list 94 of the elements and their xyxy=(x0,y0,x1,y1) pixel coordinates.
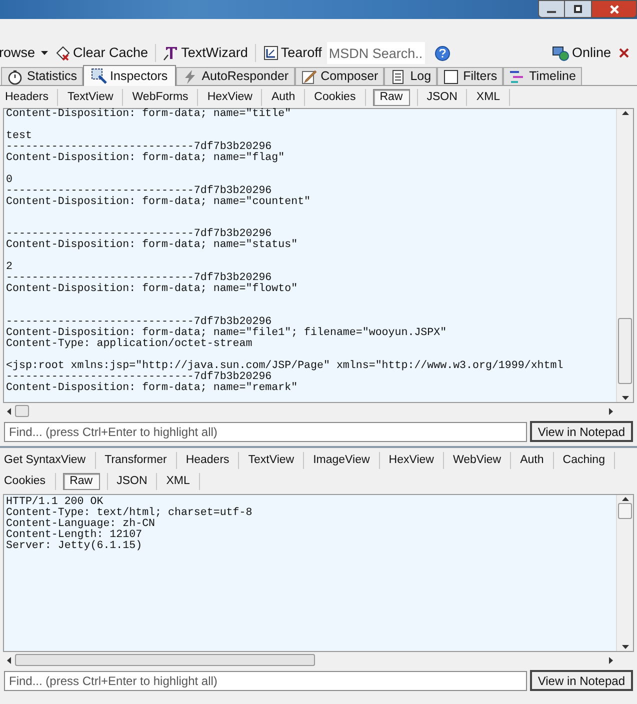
scroll-right-arrow-icon[interactable] xyxy=(609,408,613,414)
inspector-icon xyxy=(91,68,108,84)
view-tab[interactable]: HexView xyxy=(205,89,254,106)
scroll-thumb[interactable] xyxy=(618,503,632,519)
stopwatch-icon xyxy=(7,68,23,84)
code-line: HTTP/1.1 200 OK xyxy=(6,496,104,508)
code-line: Content-Disposition: form-data; name="file1"; filename="wooyun.JSPX" xyxy=(6,327,447,340)
scroll-down-arrow-icon[interactable] xyxy=(622,396,628,400)
scroll-thumb[interactable] xyxy=(618,318,632,384)
online-button[interactable]: Online xyxy=(552,42,611,64)
close-button[interactable] xyxy=(591,0,637,18)
toolbar-button[interactable]: Clear Cache xyxy=(52,42,152,64)
search-field[interactable]: MSDN Search... xyxy=(326,42,425,64)
pencil-paper-icon xyxy=(300,68,317,84)
main-tab[interactable]: AutoResponder xyxy=(176,67,295,85)
scroll-left-arrow-icon[interactable] xyxy=(7,408,11,414)
find-field[interactable]: Find... (press Ctrl+Enter to highlight all) xyxy=(4,422,527,442)
view-tab[interactable]: Headers xyxy=(3,89,50,106)
timeline-icon xyxy=(509,68,526,84)
question-mark-icon xyxy=(438,48,446,58)
main-tab[interactable]: Timeline xyxy=(503,67,582,85)
view-tab[interactable]: Get SyntaxView xyxy=(2,452,88,469)
scroll-thumb[interactable] xyxy=(15,405,29,417)
code-line: test xyxy=(6,130,32,142)
vertical-scrollbar[interactable] xyxy=(616,495,633,651)
vertical-scrollbar[interactable] xyxy=(616,109,633,402)
main-tab[interactable]: Filters xyxy=(437,67,504,85)
view-tab[interactable]: Caching xyxy=(560,452,607,469)
code-line: Content-Type: text/html; charset=utf-8 xyxy=(6,506,252,519)
main-tab[interactable]: Statistics xyxy=(1,67,84,85)
eraser-icon xyxy=(55,45,72,61)
main-tab[interactable]: Log xyxy=(384,67,438,85)
view-tab[interactable]: XML xyxy=(474,89,502,106)
tearoff-icon xyxy=(262,45,279,61)
letter-t-icon xyxy=(163,45,180,61)
view-tab[interactable]: HexView xyxy=(386,452,436,469)
code-line: -----------------------------7df7b3b20296 xyxy=(6,370,272,383)
view-tab[interactable]: XML xyxy=(164,473,192,490)
code-line: -----------------------------7df7b3b20296 xyxy=(6,184,272,197)
view-tab[interactable]: Auth xyxy=(269,89,298,106)
scroll-up-arrow-icon[interactable] xyxy=(622,111,628,115)
scroll-left-arrow-icon[interactable] xyxy=(7,656,11,664)
code-line: Content-Disposition: form-data; name="remark" xyxy=(6,382,298,394)
code-line: -----------------------------7df7b3b20296 xyxy=(6,272,272,284)
view-tab[interactable]: Raw xyxy=(372,89,410,106)
code-line: Content-Disposition: form-data; name="status" xyxy=(6,239,298,252)
help-button[interactable] xyxy=(434,46,450,60)
toolbar-button[interactable]: TextWizard xyxy=(160,42,251,64)
view-in-notepad-button[interactable]: View in Notepad xyxy=(530,421,633,442)
code-line: Content-Length: 12107 xyxy=(6,528,142,541)
code-line: -----------------------------7df7b3b20296 xyxy=(6,316,272,328)
code-line: 0 xyxy=(6,174,12,186)
view-in-notepad-button[interactable]: View in Notepad xyxy=(530,670,633,691)
view-tab[interactable]: Transformer xyxy=(102,452,169,469)
view-tab[interactable]: TextView xyxy=(246,452,296,469)
scroll-right-arrow-icon[interactable] xyxy=(609,656,613,664)
view-tab[interactable]: Cookies xyxy=(2,473,48,490)
view-tab[interactable]: Raw xyxy=(62,473,100,490)
find-field[interactable]: Find... (press Ctrl+Enter to highlight all) xyxy=(4,670,527,690)
view-tab[interactable]: TextView xyxy=(65,89,116,106)
view-tab[interactable]: JSON xyxy=(424,89,460,106)
code-line: Content-Type: application/octet-stream xyxy=(6,338,252,350)
document-icon xyxy=(390,68,406,84)
scroll-thumb[interactable] xyxy=(15,654,315,666)
code-line: Server: Jetty(6.1.15) xyxy=(6,540,142,552)
code-line: -----------------------------7df7b3b20296 xyxy=(6,140,272,153)
view-tab[interactable]: WebForms xyxy=(130,89,190,106)
scroll-down-arrow-icon[interactable] xyxy=(622,645,628,649)
main-tab[interactable]: Composer xyxy=(294,67,384,85)
code-line: Content-Disposition: form-data; name="flag" xyxy=(6,152,285,164)
toolbar-button[interactable]: Tearoff xyxy=(260,42,325,64)
network-icon xyxy=(552,45,569,61)
minimize-button[interactable] xyxy=(538,0,565,18)
view-tab[interactable]: Auth xyxy=(518,452,546,469)
code-line: Content-Language: zh-CN xyxy=(6,518,156,530)
main-tab[interactable]: Inspectors xyxy=(83,65,176,86)
code-line: Content-Disposition: form-data; name="title" xyxy=(6,108,292,120)
view-tab[interactable]: Cookies xyxy=(312,89,358,106)
view-tab[interactable]: JSON xyxy=(114,473,150,490)
checkbox-icon xyxy=(443,68,460,84)
caret-icon xyxy=(41,51,48,55)
view-tab[interactable]: ImageView xyxy=(311,452,372,469)
view-tab[interactable]: WebView xyxy=(450,452,504,469)
close-icon[interactable] xyxy=(619,48,629,58)
view-tab[interactable]: Headers xyxy=(184,452,232,469)
close-icon xyxy=(610,4,618,14)
code-line: -----------------------------7df7b3b20296 xyxy=(6,228,272,240)
code-line: Content-Disposition: form-data; name="countent" xyxy=(6,196,311,208)
restore-button[interactable] xyxy=(565,0,591,18)
browse-menu[interactable]: rowse xyxy=(0,42,52,64)
code-line: <jsp:root xmlns:jsp="http://java.sun.com/JSP/Page" xmlns="http://www.w3.org/1999/xhtml xyxy=(6,360,564,372)
code-line: 2 xyxy=(6,261,12,274)
code-line: Content-Disposition: form-data; name="flowto" xyxy=(6,283,298,296)
scroll-up-arrow-icon[interactable] xyxy=(622,497,628,501)
